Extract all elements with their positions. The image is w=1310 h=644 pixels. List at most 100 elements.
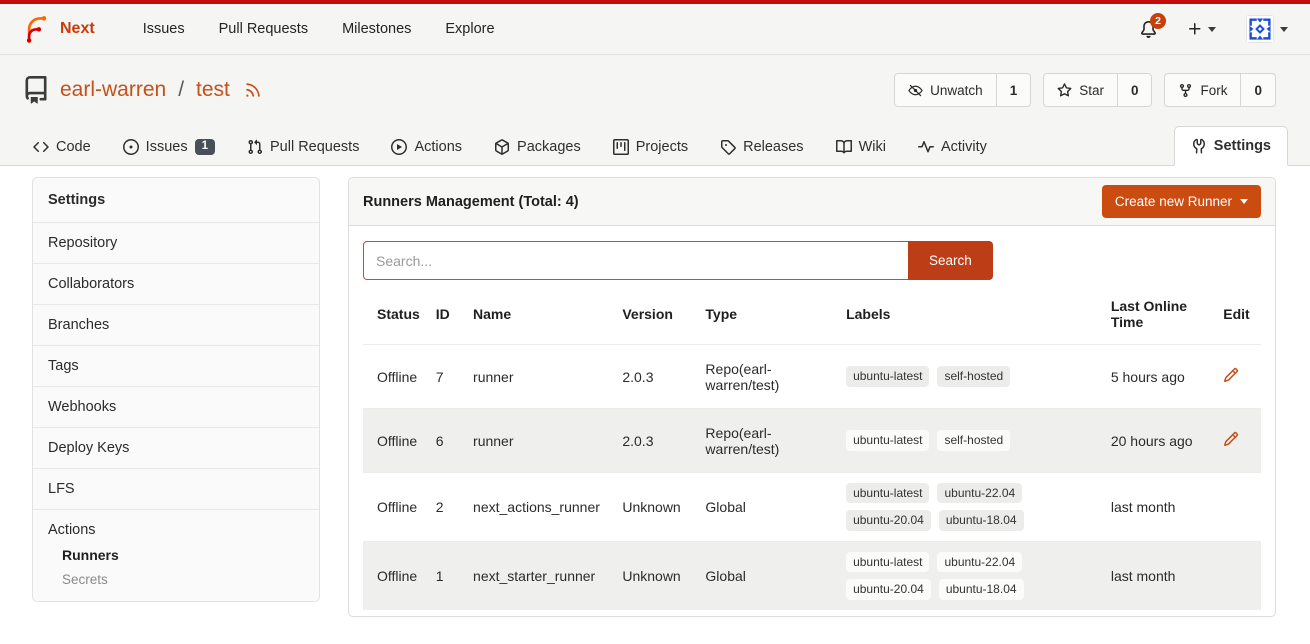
sidebar-header-settings: Settings: [33, 178, 319, 222]
runner-id: 6: [428, 409, 465, 473]
label-chip: ubuntu-22.04: [937, 552, 1022, 572]
runner-type: Repo(earl-warren/test): [697, 409, 838, 473]
runner-id: 7: [428, 345, 465, 409]
navbar-right: 2: [1140, 15, 1288, 43]
nav-link-explore[interactable]: Explore: [445, 21, 494, 37]
runner-labels: ubuntu-latest ubuntu-22.04 ubuntu-20.04 …: [846, 552, 1046, 600]
repo-name-link[interactable]: test: [196, 78, 230, 102]
navbar-left: Next Issues Pull Requests Milestones Exp…: [22, 14, 495, 44]
column-labels: Labels: [838, 284, 1103, 345]
tab-activity[interactable]: Activity: [907, 129, 998, 165]
runner-name: next_starter_runner: [465, 541, 614, 609]
code-icon: [33, 139, 49, 155]
tab-projects[interactable]: Projects: [602, 129, 699, 165]
stars-count[interactable]: 0: [1117, 74, 1152, 106]
play-circle-icon: [391, 139, 407, 155]
unwatch-button[interactable]: Unwatch: [895, 74, 996, 106]
sidebar-item-runners[interactable]: Runners: [48, 538, 304, 563]
sidebar-item-branches[interactable]: Branches: [33, 304, 319, 345]
rss-feed-icon[interactable]: [244, 81, 262, 99]
table-row: Offline 1 next_starter_runner Unknown Gl…: [363, 541, 1261, 609]
tab-label: Wiki: [859, 139, 886, 155]
label-chip: ubuntu-18.04: [939, 510, 1024, 530]
chevron-down-icon: [1280, 27, 1288, 32]
edit-runner-button[interactable]: [1223, 367, 1239, 383]
search-input[interactable]: [363, 241, 908, 280]
tab-label: Releases: [743, 139, 803, 155]
forks-count[interactable]: 0: [1240, 74, 1275, 106]
settings-sidebar: Settings Repository Collaborators Branch…: [32, 177, 320, 602]
sidebar-item-deploy-keys[interactable]: Deploy Keys: [33, 427, 319, 468]
table-row: Offline 7 runner 2.0.3 Repo(earl-warren/…: [363, 345, 1261, 409]
label-chip: self-hosted: [937, 366, 1010, 386]
sidebar-item-collaborators[interactable]: Collaborators: [33, 263, 319, 304]
tab-label: Actions: [414, 139, 462, 155]
column-version: Version: [614, 284, 697, 345]
sidebar-item-repository[interactable]: Repository: [33, 222, 319, 263]
tab-label: Packages: [517, 139, 581, 155]
runner-version: Unknown: [614, 473, 697, 542]
package-icon: [494, 139, 510, 155]
column-id: ID: [428, 284, 465, 345]
runners-panel-header: Runners Management (Total: 4) Create new…: [349, 178, 1275, 226]
runner-version: 2.0.3: [614, 409, 697, 473]
tab-label: Projects: [636, 139, 688, 155]
search-button[interactable]: Search: [908, 241, 993, 280]
runner-status: Offline: [363, 541, 428, 609]
project-board-icon: [613, 139, 629, 155]
repo-tab-bar: Code Issues 1 Pull Requests Actions Pack…: [0, 123, 1310, 166]
column-name: Name: [465, 284, 614, 345]
repo-action-buttons: Unwatch 1 Star 0 Fork 0: [894, 73, 1276, 107]
star-button-group: Star 0: [1043, 73, 1152, 107]
sidebar-group-actions: Actions Runners Secrets: [33, 509, 319, 601]
tab-pull-requests[interactable]: Pull Requests: [236, 129, 370, 165]
nav-link-issues[interactable]: Issues: [143, 21, 185, 37]
sidebar-item-tags[interactable]: Tags: [33, 345, 319, 386]
runner-type: Global: [697, 473, 838, 542]
column-status: Status: [363, 284, 428, 345]
edit-runner-button[interactable]: [1223, 431, 1239, 447]
runner-last-online: 5 hours ago: [1103, 345, 1215, 409]
table-header-row: Status ID Name Version Type Labels Last …: [363, 284, 1261, 345]
tab-label: Issues: [146, 139, 188, 155]
nav-link-milestones[interactable]: Milestones: [342, 21, 411, 37]
table-row: Offline 6 runner 2.0.3 Repo(earl-warren/…: [363, 409, 1261, 473]
star-button[interactable]: Star: [1044, 74, 1117, 106]
notification-count-badge: 2: [1150, 13, 1166, 29]
tab-actions[interactable]: Actions: [380, 129, 473, 165]
tab-releases[interactable]: Releases: [709, 129, 814, 165]
sidebar-item-lfs[interactable]: LFS: [33, 468, 319, 509]
create-menu-button[interactable]: [1187, 21, 1216, 37]
fork-button[interactable]: Fork: [1165, 74, 1240, 106]
runner-type: Repo(earl-warren/test): [697, 345, 838, 409]
plus-icon: [1187, 21, 1203, 37]
fork-icon: [1178, 83, 1193, 98]
tab-issues[interactable]: Issues 1: [112, 129, 226, 165]
tab-packages[interactable]: Packages: [483, 129, 592, 165]
label-chip: ubuntu-latest: [846, 430, 929, 450]
fork-button-group: Fork 0: [1164, 73, 1276, 107]
runner-last-online: last month: [1103, 473, 1215, 542]
runner-last-online: last month: [1103, 541, 1215, 609]
sidebar-item-secrets[interactable]: Secrets: [48, 563, 304, 587]
runners-table: Status ID Name Version Type Labels Last …: [363, 284, 1261, 610]
runner-status: Offline: [363, 473, 428, 542]
label-chip: ubuntu-latest: [846, 552, 929, 572]
nav-link-pull-requests[interactable]: Pull Requests: [219, 21, 308, 37]
home-brand-link[interactable]: Next: [22, 14, 95, 44]
top-navbar: Next Issues Pull Requests Milestones Exp…: [0, 4, 1310, 55]
forgejo-logo-icon: [22, 14, 52, 44]
user-menu-button[interactable]: [1246, 15, 1288, 43]
column-edit: Edit: [1215, 284, 1261, 345]
sidebar-item-actions[interactable]: Actions: [48, 522, 304, 538]
watchers-count[interactable]: 1: [996, 74, 1031, 106]
create-new-runner-button[interactable]: Create new Runner: [1102, 185, 1261, 218]
sidebar-item-webhooks[interactable]: Webhooks: [33, 386, 319, 427]
notifications-button[interactable]: 2: [1140, 21, 1157, 38]
watch-button-group: Unwatch 1: [894, 73, 1031, 107]
tab-code[interactable]: Code: [22, 129, 102, 165]
repo-owner-link[interactable]: earl-warren: [60, 78, 166, 102]
tab-wiki[interactable]: Wiki: [825, 129, 897, 165]
tab-settings[interactable]: Settings: [1174, 126, 1288, 166]
label-chip: ubuntu-latest: [846, 483, 929, 503]
